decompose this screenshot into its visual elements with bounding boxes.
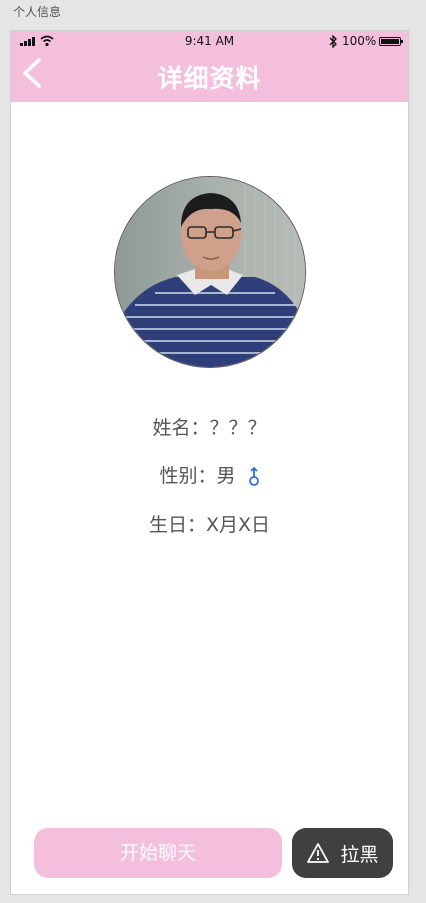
gender-label: 性别： bbox=[159, 465, 217, 487]
name-value: ？？？ bbox=[209, 417, 267, 439]
phone-screen: 9:41 AM 100% 详细资料 姓名：？？？ 性别：男 生日：X月X日 开始… bbox=[10, 30, 409, 895]
page-title: 详细资料 bbox=[157, 64, 262, 93]
start-chat-label: 开始聊天 bbox=[119, 842, 196, 864]
battery-percent: 100% bbox=[342, 34, 377, 48]
block-button[interactable]: 拉黑 bbox=[292, 828, 393, 878]
block-label: 拉黑 bbox=[340, 843, 379, 866]
canvas-label: 个人信息 bbox=[13, 5, 62, 19]
status-bar: 9:41 AM 100% bbox=[11, 31, 408, 53]
name-label: 姓名： bbox=[152, 417, 210, 439]
start-chat-button[interactable]: 开始聊天 bbox=[34, 828, 282, 878]
battery-icon bbox=[379, 37, 403, 46]
header: 9:41 AM 100% 详细资料 bbox=[11, 31, 408, 102]
name-row: 姓名：？？？ bbox=[11, 413, 408, 440]
avatar-photo bbox=[115, 177, 305, 367]
birthday-value: X月X日 bbox=[205, 514, 271, 536]
warning-icon bbox=[307, 843, 330, 863]
gender-value: 男 bbox=[216, 465, 236, 487]
bluetooth-icon bbox=[329, 35, 337, 48]
avatar bbox=[114, 176, 306, 368]
gender-row: 性别：男 bbox=[11, 461, 408, 488]
birthday-row: 生日：X月X日 bbox=[11, 510, 408, 537]
birthday-label: 生日： bbox=[148, 514, 206, 536]
male-icon bbox=[248, 466, 259, 486]
